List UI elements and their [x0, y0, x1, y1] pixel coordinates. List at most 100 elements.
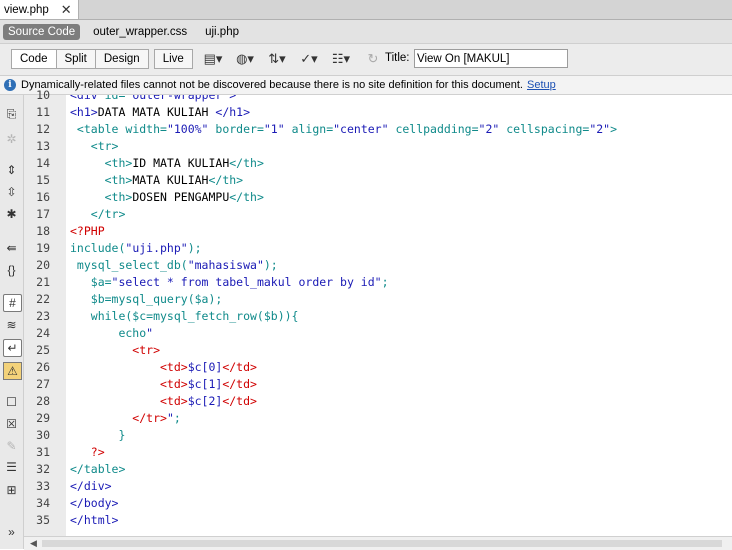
line-number: 29: [36, 411, 50, 425]
line-number: 22: [36, 292, 50, 306]
line-number: 23: [36, 309, 50, 323]
related-file-uji[interactable]: uji.php: [200, 24, 244, 40]
code-line: <td>$c[0]</td>: [70, 359, 257, 376]
code-line: }: [70, 427, 125, 444]
check-page-icon[interactable]: ☷▾: [328, 50, 354, 68]
line-number: 15: [36, 173, 50, 187]
code-token: "2": [589, 122, 611, 136]
line-number: 30: [36, 428, 50, 442]
line-number: 13: [36, 139, 50, 153]
toolbar-icons: ▤▾ ◍▾ ⇅▾ ✓▾ ☷▾ ↻: [200, 50, 392, 68]
related-files-bar: Source Code outer_wrapper.css uji.php: [0, 20, 732, 43]
move-css-icon[interactable]: ⊞: [3, 482, 20, 498]
code-line: </div>: [70, 478, 112, 495]
line-number: 10: [36, 88, 50, 102]
collapse-selection-icon[interactable]: ⇳: [3, 184, 20, 200]
code-token: $c[1]: [187, 377, 223, 391]
line-number: 28: [36, 394, 50, 408]
document-tab[interactable]: view.php ✕: [0, 0, 79, 19]
scrollbar-thumb[interactable]: [42, 540, 722, 547]
preview-browser-icon[interactable]: ◍▾: [232, 50, 258, 68]
title-input[interactable]: [414, 49, 568, 68]
scroll-left-icon[interactable]: ◀: [30, 537, 37, 550]
recent-snippets-icon[interactable]: ☰: [3, 459, 20, 475]
code-token: <th>: [70, 173, 133, 187]
code-token: "center": [333, 122, 389, 136]
code-line: <h1>DATA MATA KULIAH </h1>: [70, 104, 250, 121]
info-message: Dynamically-related files cannot not be …: [21, 79, 523, 91]
select-parent-tag-icon[interactable]: ⇚: [3, 240, 20, 256]
collapse-full-tag-icon[interactable]: ⇕: [3, 162, 20, 178]
code-token: </body>: [70, 496, 119, 510]
split-view-button[interactable]: Split: [55, 49, 96, 69]
code-token: cellpadding=: [388, 122, 479, 136]
code-token: DATA MATA KULIAH: [97, 105, 216, 119]
code-token: echo: [70, 326, 147, 340]
expand-all-icon[interactable]: ✱: [3, 206, 20, 222]
code-token: }: [70, 428, 126, 442]
word-wrap-icon[interactable]: ↵: [3, 339, 22, 357]
code-token: <table: [70, 122, 119, 136]
balance-braces-icon[interactable]: {}: [3, 262, 20, 278]
line-number: 16: [36, 190, 50, 204]
code-line: </body>: [70, 495, 118, 512]
code-line: </html>: [70, 512, 118, 529]
line-numbers-icon[interactable]: #: [3, 294, 22, 312]
code-line: include("uji.php");: [70, 240, 202, 257]
code-line: <tr>: [70, 138, 119, 155]
code-editor[interactable]: <div id="outer-wrapper"> <h1>DATA MATA KU…: [66, 95, 732, 536]
code-token: "2": [478, 122, 500, 136]
code-line: </table>: [70, 461, 125, 478]
related-file-css[interactable]: outer_wrapper.css: [88, 24, 192, 40]
code-line: <tr>: [70, 342, 160, 359]
code-token: $b=mysql_query($a);: [70, 292, 223, 306]
open-documents-icon[interactable]: ⎘: [3, 106, 20, 122]
line-number: 27: [36, 377, 50, 391]
related-file-source-code[interactable]: Source Code: [3, 23, 81, 40]
remove-comment-icon[interactable]: ☒: [3, 416, 20, 432]
line-number: 21: [36, 275, 50, 289]
code-token: MATA KULIAH: [132, 173, 209, 187]
wrap-tag-icon[interactable]: ✎: [3, 438, 20, 454]
show-code-navigator-icon[interactable]: ✲: [3, 131, 20, 147]
code-token: "uji.php": [125, 241, 188, 255]
code-line: <div id="outer-wrapper">: [70, 95, 236, 104]
more-icon[interactable]: »: [3, 524, 20, 540]
highlight-invalid-code-icon[interactable]: ≋: [3, 317, 20, 333]
file-management-icon[interactable]: ⇅▾: [264, 50, 290, 68]
code-token: $a=: [70, 275, 112, 289]
line-number: 18: [36, 224, 50, 238]
code-line: mysql_select_db("mahasiswa");: [70, 257, 278, 274]
design-view-button[interactable]: Design: [94, 49, 149, 69]
code-token: <div: [70, 95, 98, 102]
multiscreen-icon[interactable]: ▤▾: [200, 50, 226, 68]
line-number: 19: [36, 241, 50, 255]
code-token: </td>: [222, 377, 257, 391]
w3c-validator-icon[interactable]: ✓▾: [296, 50, 322, 68]
code-line: echo": [70, 325, 153, 342]
setup-link[interactable]: Setup: [527, 79, 556, 91]
code-token: mysql_select_db(: [70, 258, 188, 272]
apply-comment-icon[interactable]: ☐: [3, 394, 20, 410]
line-number: 24: [36, 326, 50, 340]
code-line: $a="select * from tabel_makul order by i…: [70, 274, 389, 291]
line-number: 17: [36, 207, 50, 221]
live-view-button[interactable]: Live: [153, 49, 193, 69]
line-number: 34: [36, 496, 50, 510]
horizontal-scrollbar[interactable]: ◀: [24, 536, 732, 550]
line-number: 35: [36, 513, 50, 527]
line-number: 25: [36, 343, 50, 357]
code-token: ": [166, 411, 174, 425]
line-number: 11: [36, 105, 50, 119]
code-token: $c[0]: [187, 360, 223, 374]
code-line: $b=mysql_query($a);: [70, 291, 223, 308]
code-line: <td>$c[2]</td>: [70, 393, 257, 410]
code-token: </th>: [229, 190, 264, 204]
code-token: <td>: [70, 377, 188, 391]
code-view-button[interactable]: Code: [11, 49, 57, 69]
code-line: </tr>: [70, 206, 126, 223]
line-number-gutter: 10 11 12 13 14 15 16 17 18 19 20 21 22 23 24 25 26 27 28 29…: [24, 88, 66, 536]
close-icon[interactable]: ✕: [61, 2, 72, 18]
syntax-error-alerts-icon[interactable]: ⚠: [3, 362, 22, 380]
refresh-icon[interactable]: ↻: [360, 50, 386, 68]
